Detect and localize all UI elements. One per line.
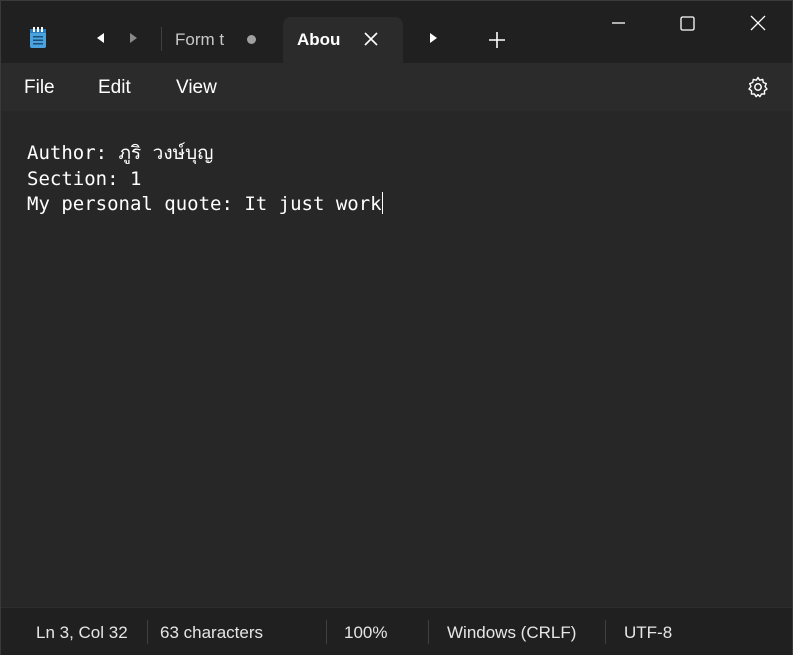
text-editor[interactable]: Author: ภูริ วงษ์บุญ Section: 1 My persona… [1,111,792,607]
tab-scroll-right-disabled [125,31,141,49]
status-divider [326,620,327,644]
status-line-ending[interactable]: Windows (CRLF) [447,623,576,643]
new-tab-plus-icon[interactable] [485,28,509,52]
tab-label: Form t [175,30,225,49]
tab-label: Abou [297,30,341,49]
notepad-icon [30,27,46,48]
tab-form[interactable]: Form t [163,17,281,63]
status-zoom[interactable]: 100% [344,623,387,643]
menu-view[interactable]: View [176,77,217,99]
triangle-left-icon [97,33,104,43]
menu-file[interactable]: File [24,77,55,99]
status-divider [428,620,429,644]
notepad-window: Form t Abou File Edit View Author: ภูริ … [0,0,793,655]
close-tab-icon[interactable] [361,29,381,49]
triangle-right-icon [130,33,137,43]
editor-line: Author: ภูริ วงษ์บุญ [27,142,214,164]
triangle-right-icon [430,33,437,43]
tab-about[interactable]: Abou [283,17,403,63]
unsaved-dot-icon [247,35,256,44]
maximize-button[interactable] [653,1,723,47]
tab-divider [161,27,162,51]
minimize-button[interactable] [583,1,653,47]
status-divider [605,620,606,644]
menu-edit[interactable]: Edit [98,77,131,99]
tab-scroll-left-button[interactable] [93,31,109,49]
status-cursor-position[interactable]: Ln 3, Col 32 [36,623,128,643]
status-bar: Ln 3, Col 32 63 characters 100% Windows … [1,607,792,655]
status-divider [147,620,148,644]
close-window-button[interactable] [723,1,793,47]
text-caret [381,192,383,214]
close-icon [750,15,766,31]
title-bar: Form t Abou [1,1,792,63]
gear-icon[interactable] [746,75,770,99]
tab-scroll-right-button[interactable] [425,31,441,49]
menu-bar: File Edit View [1,63,792,111]
editor-line-with-caret: My personal quote: It just work [27,192,383,218]
editor-line: Section: 1 [27,167,142,190]
minimize-icon [612,22,625,24]
status-character-count: 63 characters [160,623,263,642]
status-encoding[interactable]: UTF-8 [624,623,672,643]
editor-line: My personal quote: It just work [27,193,382,215]
maximize-icon [680,16,695,31]
editor-content[interactable]: Author: ภูริ วงษ์บุญ Section: 1 My persona… [27,141,383,218]
